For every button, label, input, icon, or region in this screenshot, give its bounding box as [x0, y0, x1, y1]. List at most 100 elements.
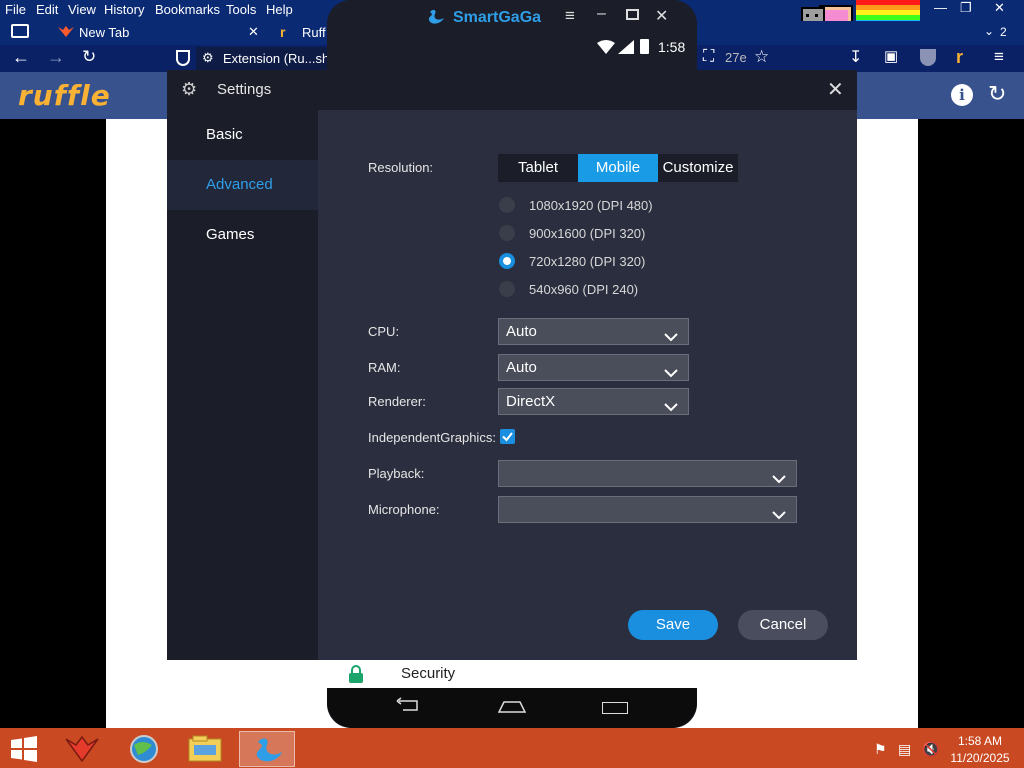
resolution-option-label: 540x960 (DPI 240): [529, 282, 639, 297]
url-bar[interactable]: ⚙ Extension (Ru...sh: [196, 47, 331, 71]
independent-graphics-checkbox[interactable]: [500, 429, 515, 444]
tab-new-tab[interactable]: New Tab ✕: [48, 21, 268, 45]
cancel-button[interactable]: Cancel: [738, 610, 828, 640]
resolution-label: Resolution:: [368, 160, 434, 175]
menu-view[interactable]: View: [68, 2, 96, 17]
renderer-select[interactable]: DirectX: [498, 388, 689, 415]
hamburger-menu-icon[interactable]: ≡: [994, 47, 1004, 67]
ublock-icon[interactable]: [920, 49, 936, 66]
sidebar-item-advanced[interactable]: Advanced: [167, 160, 318, 210]
reload-icon[interactable]: ↻: [82, 47, 96, 67]
emulator-close-icon[interactable]: ✕: [655, 6, 668, 26]
sidebar-item-games[interactable]: Games: [167, 210, 318, 260]
close-dialog-icon[interactable]: ✕: [827, 77, 844, 102]
ram-value: Auto: [506, 359, 537, 376]
resolution-radio-900[interactable]: [499, 225, 515, 241]
ruffle-r-icon: r: [280, 24, 286, 40]
bookmark-star-icon[interactable]: ☆: [754, 47, 769, 67]
ram-select[interactable]: Auto: [498, 354, 689, 381]
close-window-icon[interactable]: ✕: [994, 0, 1005, 16]
forward-icon[interactable]: →: [47, 47, 65, 68]
file-explorer-taskbar-icon[interactable]: [183, 731, 227, 767]
download-icon[interactable]: ↧: [849, 47, 862, 67]
renderer-label: Renderer:: [368, 394, 426, 409]
tab-ruffle[interactable]: r Ruff: [270, 21, 330, 45]
tab-label: New Tab: [79, 25, 130, 40]
android-home-icon[interactable]: [497, 700, 527, 714]
playback-label: Playback:: [368, 466, 425, 481]
menu-bookmarks[interactable]: Bookmarks: [155, 2, 220, 17]
playback-select[interactable]: [498, 460, 797, 487]
windows-start-icon[interactable]: [10, 736, 38, 762]
security-label: Security: [401, 665, 456, 682]
resolution-option-label: 1080x1920 (DPI 480): [529, 198, 653, 213]
close-tab-icon[interactable]: ✕: [248, 24, 259, 40]
menu-help[interactable]: Help: [266, 2, 293, 17]
refresh-icon[interactable]: ↻: [988, 81, 1006, 107]
save-button[interactable]: Save: [628, 610, 718, 640]
ram-label: RAM:: [368, 360, 401, 375]
resolution-radio-1080[interactable]: [499, 197, 515, 213]
window-controls: — ❐ ✕: [926, 0, 1024, 21]
info-icon[interactable]: i: [951, 84, 973, 106]
menu-history[interactable]: History: [104, 2, 144, 17]
back-icon[interactable]: ←: [12, 47, 30, 68]
shield-icon[interactable]: [176, 50, 190, 66]
emulator-titlebar: SmartGaGa ≡ – ✕: [327, 0, 697, 36]
resolution-radio-720[interactable]: [499, 253, 515, 269]
tab-customize[interactable]: Customize: [658, 154, 738, 182]
tab-label: Ruff: [302, 25, 326, 40]
tab-mobile[interactable]: Mobile: [578, 154, 658, 182]
cpu-value: Auto: [506, 323, 537, 340]
swan-logo-icon: [427, 8, 447, 26]
url-text: Extension (Ru...sh: [223, 51, 330, 66]
cpu-select[interactable]: Auto: [498, 318, 689, 345]
lock-icon: [348, 665, 364, 683]
checkmark-icon: [502, 432, 513, 442]
tab-tablet[interactable]: Tablet: [498, 154, 578, 182]
menu-tools[interactable]: Tools: [226, 2, 256, 17]
smartgaga-taskbar-icon[interactable]: [239, 731, 295, 767]
clock-date[interactable]: 11/20/2025: [946, 751, 1014, 765]
ruffle-taskbar-icon[interactable]: [60, 731, 104, 767]
battery-icon: [640, 39, 649, 54]
gear-icon: ⚙: [181, 79, 198, 99]
volume-muted-icon[interactable]: 🔇: [922, 741, 939, 758]
chevron-down-icon: [772, 503, 786, 528]
network-icon[interactable]: ▤: [898, 741, 911, 758]
chevron-down-icon: [664, 395, 678, 420]
browser-taskbar-icon[interactable]: [122, 731, 166, 767]
emulator-maximize-icon[interactable]: [626, 9, 639, 20]
menu-file[interactable]: File: [5, 2, 26, 17]
cpu-label: CPU:: [368, 324, 400, 339]
wifi-icon: [597, 40, 615, 54]
restore-icon[interactable]: ❐: [960, 0, 972, 16]
microphone-select[interactable]: [498, 496, 797, 523]
ruffle-extension-icon[interactable]: r: [956, 47, 963, 68]
android-recents-icon[interactable]: [602, 702, 628, 714]
emulator-menu-icon[interactable]: ≡: [565, 6, 575, 26]
minimize-icon[interactable]: —: [934, 0, 947, 15]
sidebar-item-basic[interactable]: Basic: [167, 110, 318, 160]
emulator-title: SmartGaGa: [453, 9, 542, 26]
puzzle-icon: ⚙: [202, 50, 214, 65]
flag-icon[interactable]: ⚑: [874, 741, 887, 758]
android-status-bar: 1:58: [327, 36, 697, 60]
ruffle-logo: ruffle: [18, 79, 111, 112]
security-list-item[interactable]: Security: [327, 660, 697, 688]
url-suffix: 27e: [725, 50, 747, 65]
android-nav-bar: [327, 688, 697, 728]
extensions-icon[interactable]: ▣: [884, 47, 898, 65]
fullscreen-icon[interactable]: ⛶: [703, 48, 714, 66]
ruffle-fox-icon: [58, 25, 74, 39]
menu-edit[interactable]: Edit: [36, 2, 58, 17]
status-time: 1:58: [658, 39, 686, 55]
emulator-minimize-icon[interactable]: –: [597, 5, 606, 23]
clock-time[interactable]: 1:58 AM: [950, 734, 1010, 748]
chevron-down-icon: [664, 325, 678, 350]
resolution-radio-540[interactable]: [499, 281, 515, 297]
tab-list-chevron-icon[interactable]: ⌄: [984, 24, 994, 38]
tab-count: 2: [1000, 25, 1007, 39]
android-back-icon[interactable]: [395, 696, 421, 712]
tab-overview-icon[interactable]: [11, 24, 29, 38]
